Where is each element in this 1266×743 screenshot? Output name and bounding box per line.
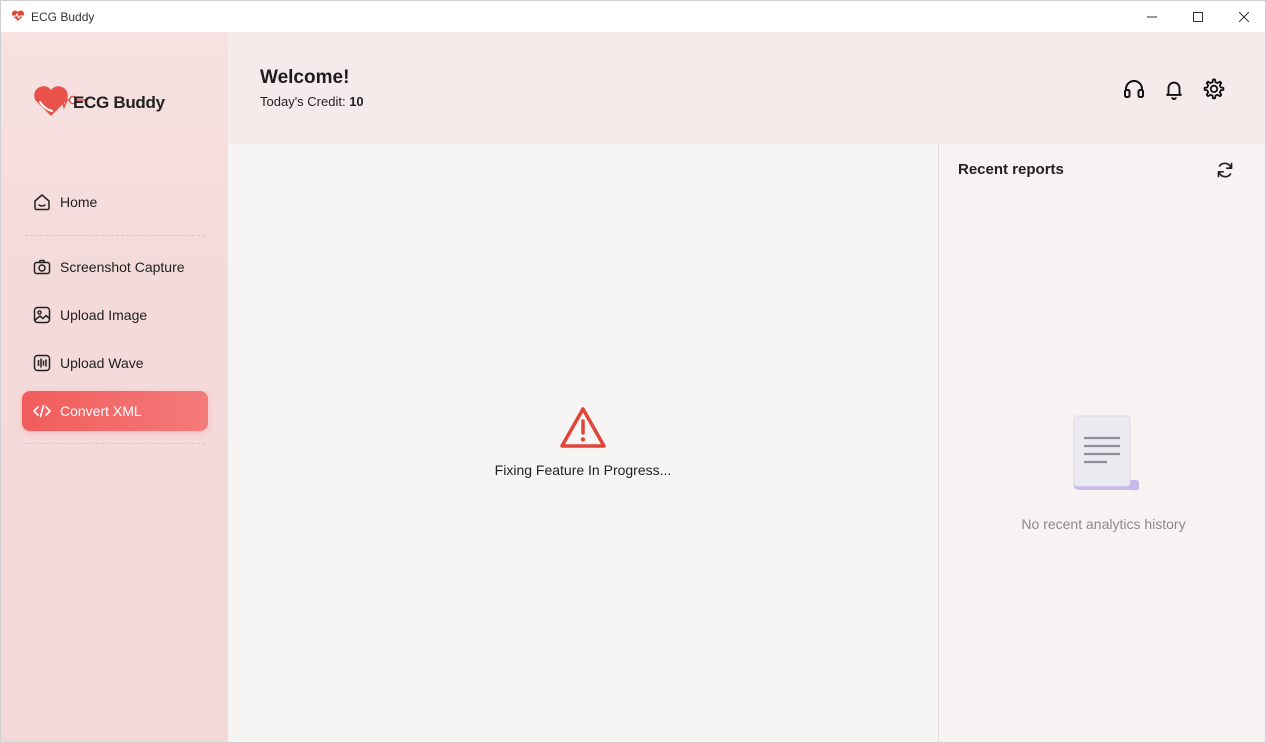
code-icon [32, 401, 52, 421]
camera-icon [32, 257, 52, 277]
settings-button[interactable] [1202, 77, 1226, 101]
wave-icon [32, 353, 52, 373]
image-icon [32, 305, 52, 325]
document-icon [1072, 415, 1139, 491]
nav-item-label: Upload Wave [60, 355, 144, 371]
status-text: Fixing Feature In Progress... [494, 462, 672, 478]
nav-item-upload-wave[interactable]: Upload Wave [22, 343, 208, 383]
close-icon [1239, 11, 1249, 22]
credit-value: 10 [349, 94, 364, 109]
nav-item-screenshot-capture[interactable]: Screenshot Capture [22, 247, 208, 287]
maximize-icon [1193, 11, 1203, 22]
sidebar-divider [25, 235, 205, 236]
title-bar[interactable]: ECG Buddy [1, 1, 1265, 32]
credit-label: Today's Credit: [260, 94, 346, 109]
nav-item-label: Home [60, 194, 98, 210]
nav-item-home[interactable]: Home [22, 182, 208, 222]
gear-icon [1203, 78, 1225, 100]
recent-reports-panel: Recent reports No recent analytics histo… [938, 144, 1265, 742]
bell-icon [1166, 81, 1182, 100]
nav-item-label: Screenshot Capture [60, 259, 185, 275]
empty-state-text: No recent analytics history [1021, 516, 1186, 532]
notifications-button[interactable] [1162, 77, 1186, 101]
minimize-button[interactable] [1129, 1, 1175, 32]
minimize-icon [1147, 16, 1157, 17]
main-content: Fixing Feature In Progress... [228, 144, 938, 742]
nav-item-label: Upload Image [60, 307, 148, 323]
recent-reports-title: Recent reports [958, 161, 1064, 178]
close-button[interactable] [1221, 1, 1265, 32]
nav-item-label: Convert XML [60, 403, 142, 419]
support-button[interactable] [1122, 77, 1146, 101]
nav-item-convert-xml[interactable]: Convert XML [22, 391, 208, 431]
refresh-icon[interactable] [1215, 160, 1235, 180]
sidebar-divider [25, 443, 205, 444]
app-heart-icon [11, 10, 25, 21]
warning-icon [560, 407, 606, 448]
home-icon [32, 192, 52, 212]
headset-icon [1124, 80, 1144, 98]
window-title: ECG Buddy [31, 10, 95, 24]
credit-info: Today's Credit: 10 [260, 94, 364, 109]
welcome-heading: Welcome! [260, 67, 350, 88]
app-logo[interactable]: ECG Buddy [31, 80, 171, 120]
header: Welcome! Today's Credit: 10 [228, 32, 1265, 144]
maximize-button[interactable] [1175, 1, 1221, 32]
app-window: ECG Buddy ECG Buddy Home Screenshot Capt… [0, 0, 1266, 743]
sidebar: ECG Buddy Home Screenshot Capture Upload… [1, 32, 228, 742]
empty-state: No recent analytics history [939, 414, 1265, 532]
status-message: Fixing Feature In Progress... [228, 406, 938, 478]
nav-item-upload-image[interactable]: Upload Image [22, 295, 208, 335]
logo-text: ECG Buddy [73, 93, 165, 112]
